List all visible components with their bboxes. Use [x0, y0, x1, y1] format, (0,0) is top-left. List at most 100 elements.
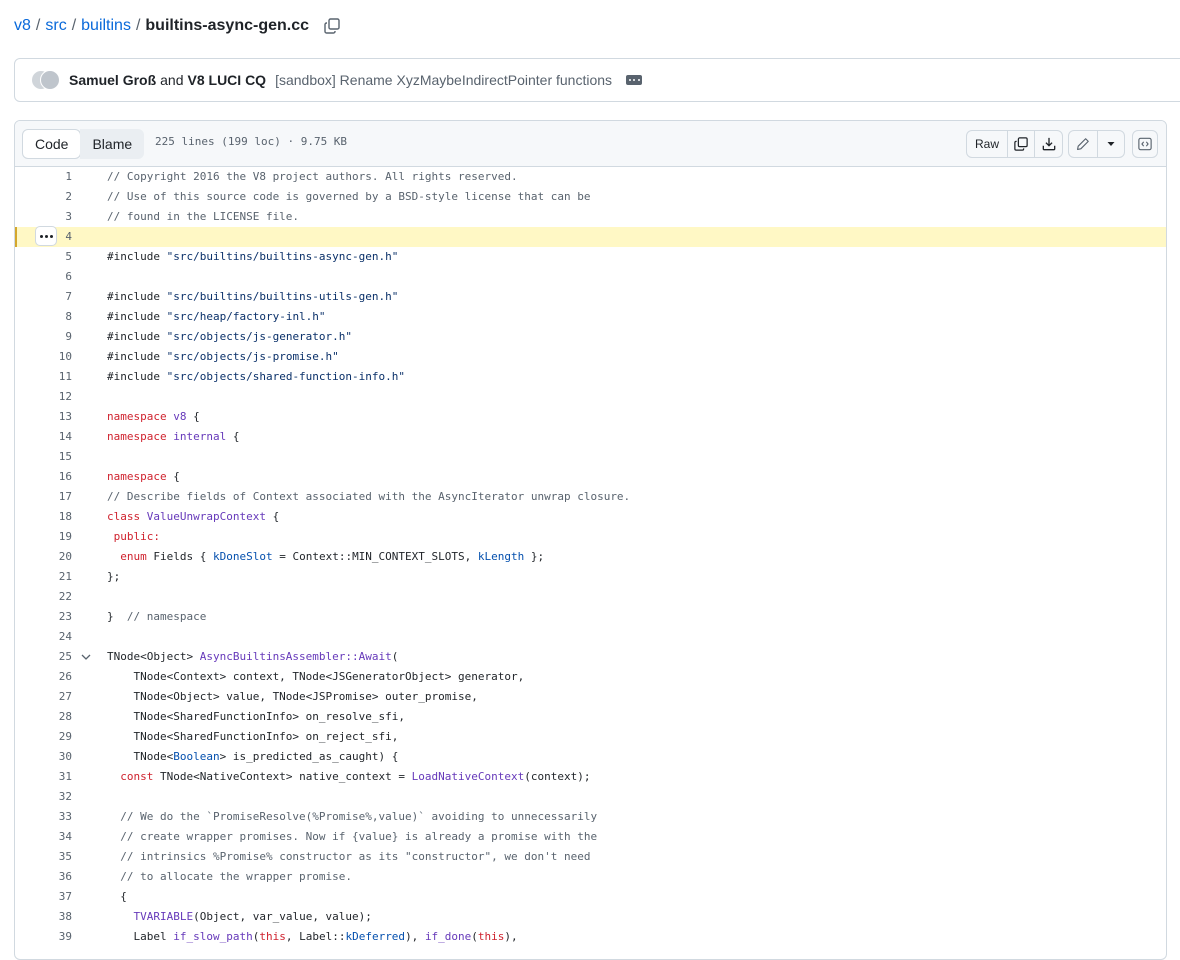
- code-line[interactable]: 25 TNode<Object> AsyncBuiltinsAssembler::…: [15, 647, 1166, 667]
- code-line[interactable]: 36 // to allocate the wrapper promise.: [15, 867, 1166, 887]
- code-line[interactable]: 35 // intrinsics %Promise% constructor a…: [15, 847, 1166, 867]
- code-line[interactable]: 28 TNode<SharedFunctionInfo> on_resolve_…: [15, 707, 1166, 727]
- line-number[interactable]: 27: [15, 687, 72, 707]
- line-number[interactable]: 11: [15, 367, 72, 387]
- line-number[interactable]: 38: [15, 907, 72, 927]
- code-line[interactable]: 21};: [15, 567, 1166, 587]
- code-line[interactable]: 9 #include "src/objects/js-generator.h": [15, 327, 1166, 347]
- download-button[interactable]: [1035, 131, 1062, 157]
- raw-button[interactable]: Raw: [967, 131, 1008, 157]
- code-line[interactable]: 32: [15, 787, 1166, 807]
- line-number[interactable]: 21: [15, 567, 72, 587]
- breadcrumb-link-builtins[interactable]: builtins: [81, 17, 131, 35]
- line-number[interactable]: 25: [15, 647, 72, 667]
- commit-message[interactable]: [sandbox] Rename XyzMaybeIndirectPointer…: [275, 72, 612, 88]
- author-link[interactable]: Samuel Groß: [69, 72, 156, 88]
- code-line[interactable]: 13 namespace v8 {: [15, 407, 1166, 427]
- line-number[interactable]: 24: [15, 627, 72, 647]
- code-line[interactable]: 15: [15, 447, 1166, 467]
- code-line[interactable]: 12: [15, 387, 1166, 407]
- line-number[interactable]: 30: [15, 747, 72, 767]
- line-number[interactable]: 36: [15, 867, 72, 887]
- line-number[interactable]: 12: [15, 387, 72, 407]
- code-line[interactable]: 20 enum Fields { kDoneSlot = Context::MI…: [15, 547, 1166, 567]
- code-line[interactable]: 29 TNode<SharedFunctionInfo> on_reject_s…: [15, 727, 1166, 747]
- line-number[interactable]: 18: [15, 507, 72, 527]
- code-line[interactable]: 22: [15, 587, 1166, 607]
- code-line[interactable]: 37 {: [15, 887, 1166, 907]
- code-line[interactable]: 10 #include "src/objects/js-promise.h": [15, 347, 1166, 367]
- line-number[interactable]: 28: [15, 707, 72, 727]
- line-number[interactable]: 34: [15, 827, 72, 847]
- line-number[interactable]: 33: [15, 807, 72, 827]
- breadcrumb-link-src[interactable]: src: [45, 17, 66, 35]
- code-line[interactable]: 19 public:: [15, 527, 1166, 547]
- edit-menu-button[interactable]: [1098, 131, 1124, 157]
- code-line[interactable]: 17 // Describe fields of Context associat…: [15, 487, 1166, 507]
- breadcrumb-link-v8[interactable]: v8: [14, 17, 31, 35]
- line-options-button[interactable]: [35, 226, 57, 246]
- line-content: TNode<SharedFunctionInfo> on_resolve_sfi…: [107, 710, 406, 723]
- code-line[interactable]: 5 #include "src/builtins/builtins-async-g…: [15, 247, 1166, 267]
- line-number[interactable]: 7: [15, 287, 72, 307]
- code-line[interactable]: 7 #include "src/builtins/builtins-utils-g…: [15, 287, 1166, 307]
- code-line[interactable]: 31 const TNode<NativeContext> native_con…: [15, 767, 1166, 787]
- code-line[interactable]: 8 #include "src/heap/factory-inl.h": [15, 307, 1166, 327]
- code-line[interactable]: 2 // Use of this source code is governed …: [15, 187, 1166, 207]
- line-number[interactable]: 26: [15, 667, 72, 687]
- line-number[interactable]: 39: [15, 927, 72, 947]
- code-line[interactable]: 27 TNode<Object> value, TNode<JSPromise>…: [15, 687, 1166, 707]
- code-line[interactable]: 26 TNode<Context> context, TNode<JSGener…: [15, 667, 1166, 687]
- line-number[interactable]: 15: [15, 447, 72, 467]
- code-line[interactable]: 34 // create wrapper promises. Now if {v…: [15, 827, 1166, 847]
- line-number[interactable]: 3: [15, 207, 72, 227]
- code-line[interactable]: 39 Label if_slow_path(this, Label::kDefe…: [15, 927, 1166, 947]
- code-line[interactable]: 33 // We do the `PromiseResolve(%Promise…: [15, 807, 1166, 827]
- code-line[interactable]: 6: [15, 267, 1166, 287]
- line-number[interactable]: 13: [15, 407, 72, 427]
- code-line[interactable]: 14 namespace internal {: [15, 427, 1166, 447]
- line-number[interactable]: 23: [15, 607, 72, 627]
- author-link[interactable]: V8 LUCI CQ: [188, 72, 267, 88]
- code-line[interactable]: 11 #include "src/objects/shared-function-…: [15, 367, 1166, 387]
- line-number[interactable]: 6: [15, 267, 72, 287]
- line-number[interactable]: 9: [15, 327, 72, 347]
- code-line[interactable]: 16 namespace {: [15, 467, 1166, 487]
- tab-blame[interactable]: Blame: [80, 129, 145, 159]
- line-number[interactable]: 35: [15, 847, 72, 867]
- line-number[interactable]: 37: [15, 887, 72, 907]
- chevron-down-icon[interactable]: [81, 653, 91, 661]
- line-number[interactable]: 19: [15, 527, 72, 547]
- code-line[interactable]: 24: [15, 627, 1166, 647]
- line-number[interactable]: 32: [15, 787, 72, 807]
- line-number[interactable]: 1: [15, 167, 72, 187]
- line-content: #include "src/builtins/builtins-async-ge…: [107, 250, 399, 263]
- code-line[interactable]: 23} // namespace: [15, 607, 1166, 627]
- line-number[interactable]: 31: [15, 767, 72, 787]
- author-avatars[interactable]: [31, 70, 65, 90]
- line-number[interactable]: 17: [15, 487, 72, 507]
- line-content: #include "src/objects/js-generator.h": [107, 330, 353, 343]
- line-number[interactable]: 8: [15, 307, 72, 327]
- code-line[interactable]: 30 TNode<Boolean> is_predicted_as_caught…: [15, 747, 1166, 767]
- symbols-panel-button[interactable]: [1133, 131, 1157, 157]
- copy-path-button[interactable]: [323, 17, 341, 35]
- line-number[interactable]: 20: [15, 547, 72, 567]
- line-number[interactable]: 14: [15, 427, 72, 447]
- line-number[interactable]: 29: [15, 727, 72, 747]
- code-line[interactable]: 38 TVARIABLE(Object, var_value, value);: [15, 907, 1166, 927]
- tab-code[interactable]: Code: [22, 129, 82, 159]
- code-line[interactable]: 4: [15, 226, 1166, 247]
- line-number[interactable]: 10: [15, 347, 72, 367]
- line-number[interactable]: 22: [15, 587, 72, 607]
- code-area[interactable]: 1 // Copyright 2016 the V8 project author…: [15, 167, 1166, 947]
- line-number[interactable]: 2: [15, 187, 72, 207]
- kebab-icon[interactable]: [626, 75, 643, 85]
- line-number[interactable]: 5: [15, 247, 72, 267]
- code-line[interactable]: 3 // found in the LICENSE file.: [15, 207, 1166, 227]
- copy-raw-button[interactable]: [1008, 131, 1035, 157]
- edit-button[interactable]: [1069, 131, 1098, 157]
- code-line[interactable]: 18 class ValueUnwrapContext {: [15, 507, 1166, 527]
- code-line[interactable]: 1 // Copyright 2016 the V8 project author…: [15, 167, 1166, 187]
- line-number[interactable]: 16: [15, 467, 72, 487]
